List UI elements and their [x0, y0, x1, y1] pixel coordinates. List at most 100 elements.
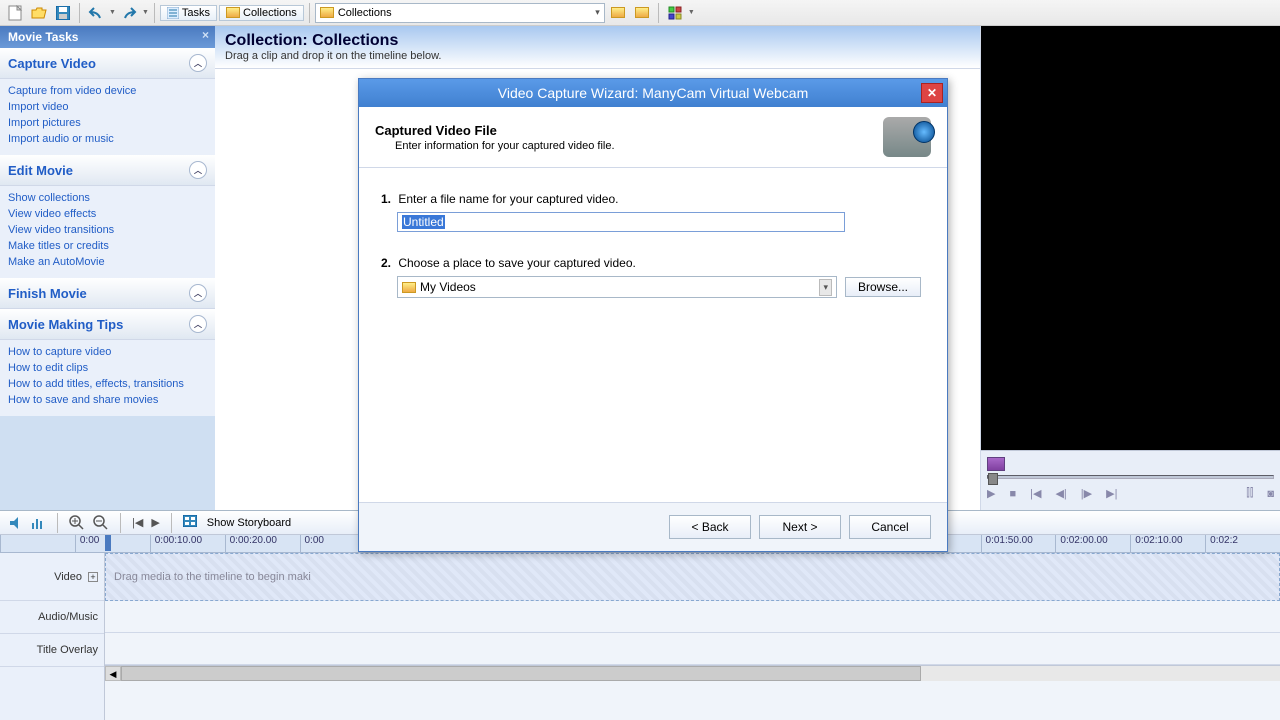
finish-section-header[interactable]: Finish Movie︿ [0, 278, 215, 309]
prev-icon[interactable]: |◀ [1030, 487, 1041, 500]
split-clip-icon[interactable]: ⫿⫿ [1246, 487, 1253, 500]
up-folder-icon[interactable] [607, 2, 629, 24]
collections-button[interactable]: Collections [219, 5, 304, 21]
folder-icon [402, 282, 416, 293]
filename-value: Untitled [402, 215, 445, 229]
ruler-tick: 0:02:10.00 [1130, 535, 1205, 552]
split-icon[interactable] [987, 457, 1005, 471]
sidebar-item-tip-save[interactable]: How to save and share movies [8, 392, 215, 408]
save-icon[interactable] [52, 2, 74, 24]
sidebar-item-import-audio[interactable]: Import audio or music [8, 131, 215, 147]
sidebar-item-import-video[interactable]: Import video [8, 99, 215, 115]
tasks-label: Tasks [182, 7, 210, 19]
step-back-icon[interactable]: ◀| [1055, 487, 1066, 500]
sidebar-item-tip-edit[interactable]: How to edit clips [8, 360, 215, 376]
sidebar-item-tip-titles[interactable]: How to add titles, effects, transitions [8, 376, 215, 392]
playhead-marker[interactable] [105, 535, 111, 551]
close-icon[interactable]: × [202, 28, 209, 42]
task-sidebar: Movie Tasks× Capture Video︿ Capture from… [0, 26, 215, 510]
dialog-title: Video Capture Wizard: ManyCam Virtual We… [498, 85, 808, 101]
play-icon[interactable]: ▶ [987, 487, 995, 500]
track-label-audio: Audio/Music [0, 601, 104, 634]
folder-icon [320, 7, 334, 18]
collection-title: Collection: Collections [225, 32, 970, 50]
cancel-button[interactable]: Cancel [849, 515, 931, 539]
play-timeline-icon[interactable]: ▶ [151, 516, 159, 529]
step1-label: Enter a file name for your captured vide… [398, 192, 618, 206]
new-folder-icon[interactable] [631, 2, 653, 24]
seek-slider[interactable] [987, 475, 1274, 479]
edit-section-header[interactable]: Edit Movie︿ [0, 155, 215, 186]
sidebar-item-video-transitions[interactable]: View video transitions [8, 222, 215, 238]
collections-label: Collections [243, 7, 297, 19]
ruler-tick: 0:02:2 [1205, 535, 1280, 552]
expand-icon[interactable]: + [88, 572, 98, 582]
camera-icon [883, 117, 931, 157]
capture-section-header[interactable]: Capture Video︿ [0, 48, 215, 79]
ruler-tick: 0:00 [75, 535, 150, 552]
video-track[interactable]: Drag media to the timeline to begin maki [105, 553, 1280, 601]
track-label-title: Title Overlay [0, 634, 104, 667]
chevron-up-icon: ︿ [189, 284, 207, 302]
sidebar-item-video-effects[interactable]: View video effects [8, 206, 215, 222]
ruler-tick: 0:00:20.00 [225, 535, 300, 552]
chevron-up-icon: ︿ [189, 315, 207, 333]
open-icon[interactable] [28, 2, 50, 24]
folder-icon [226, 7, 240, 18]
dialog-titlebar[interactable]: Video Capture Wizard: ManyCam Virtual We… [359, 79, 947, 107]
sidebar-header: Movie Tasks× [0, 26, 215, 48]
save-location-combo[interactable]: My Videos [397, 276, 837, 298]
audio-levels-icon[interactable] [30, 515, 46, 531]
sidebar-item-titles-credits[interactable]: Make titles or credits [8, 238, 215, 254]
wizard-subheading: Enter information for your captured vide… [395, 140, 883, 152]
collections-combo[interactable]: Collections [315, 3, 605, 23]
chevron-up-icon: ︿ [189, 161, 207, 179]
audio-track[interactable] [105, 601, 1280, 633]
ruler-tick: 0:02:00.00 [1055, 535, 1130, 552]
track-label-video: Video + [0, 553, 104, 601]
sidebar-item-show-collections[interactable]: Show collections [8, 190, 215, 206]
zoom-in-icon[interactable] [69, 515, 85, 531]
close-button[interactable]: ✕ [921, 83, 943, 103]
main-toolbar: ▼ ▼ Tasks Collections Collections ▼ [0, 0, 1280, 26]
rewind-icon[interactable]: |◀ [132, 516, 143, 529]
title-track[interactable] [105, 633, 1280, 665]
zoom-out-icon[interactable] [93, 515, 109, 531]
preview-screen [981, 26, 1280, 450]
snapshot-icon[interactable]: ◙ [1267, 488, 1274, 500]
preview-pane: ▶ ■ |◀ ◀| |▶ ▶| ⫿⫿ ◙ [980, 26, 1280, 510]
new-icon[interactable] [4, 2, 26, 24]
step2-label: Choose a place to save your captured vid… [398, 256, 635, 270]
wizard-heading: Captured Video File [375, 123, 883, 138]
undo-icon[interactable] [85, 2, 107, 24]
sidebar-item-capture-device[interactable]: Capture from video device [8, 83, 215, 99]
tasks-button[interactable]: Tasks [160, 5, 217, 21]
next-icon[interactable]: ▶| [1106, 487, 1117, 500]
chevron-up-icon: ︿ [189, 54, 207, 72]
stop-icon[interactable]: ■ [1009, 488, 1016, 500]
video-capture-wizard-dialog: Video Capture Wizard: ManyCam Virtual We… [358, 78, 948, 552]
timeline-scrollbar[interactable]: ◀ [105, 665, 1280, 681]
storyboard-button[interactable]: Show Storyboard [207, 517, 291, 529]
combo-value: Collections [338, 7, 392, 19]
sidebar-item-tip-capture[interactable]: How to capture video [8, 344, 215, 360]
sidebar-item-import-pictures[interactable]: Import pictures [8, 115, 215, 131]
location-value: My Videos [420, 280, 476, 294]
redo-icon[interactable] [118, 2, 140, 24]
ruler-tick: 0:01:50.00 [981, 535, 1056, 552]
browse-button[interactable]: Browse... [845, 277, 921, 297]
step-number: 2. [381, 256, 395, 270]
storyboard-icon [183, 515, 199, 531]
narrate-icon[interactable] [6, 515, 22, 531]
step-fwd-icon[interactable]: |▶ [1081, 487, 1092, 500]
sidebar-item-automovie[interactable]: Make an AutoMovie [8, 254, 215, 270]
ruler-tick: 0:00:10.00 [150, 535, 225, 552]
timeline-hint: Drag media to the timeline to begin maki [114, 571, 311, 583]
step-number: 1. [381, 192, 395, 206]
next-button[interactable]: Next > [759, 515, 841, 539]
filename-input[interactable]: Untitled [397, 212, 845, 232]
back-button[interactable]: < Back [669, 515, 751, 539]
tips-section-header[interactable]: Movie Making Tips︿ [0, 309, 215, 340]
collection-subtitle: Drag a clip and drop it on the timeline … [225, 50, 970, 62]
view-icon[interactable] [664, 2, 686, 24]
